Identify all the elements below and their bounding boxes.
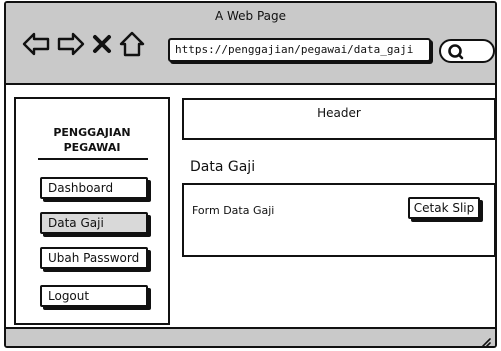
nav-icons bbox=[22, 29, 145, 59]
app-brand: PENGGAJIAN PEGAWAI bbox=[16, 125, 168, 155]
sidebar-item-data-gaji[interactable]: Data Gaji bbox=[40, 212, 148, 234]
sidebar-item-dashboard[interactable]: Dashboard bbox=[40, 177, 148, 199]
brand-divider bbox=[38, 158, 148, 160]
status-bar bbox=[6, 327, 495, 346]
form-label: Form Data Gaji bbox=[192, 204, 275, 217]
browser-toolbar: A Web Page https://penggajian/pegawai/da… bbox=[6, 3, 495, 85]
brand-line-2: PEGAWAI bbox=[63, 141, 121, 154]
url-bar[interactable]: https://penggajian/pegawai/data_gaji bbox=[168, 38, 431, 62]
search-box[interactable] bbox=[439, 39, 495, 63]
section-title: Data Gaji bbox=[190, 159, 256, 175]
resize-grip-icon[interactable] bbox=[479, 333, 491, 346]
back-arrow-icon[interactable] bbox=[22, 31, 50, 57]
form-panel: Form Data Gaji Cetak Slip bbox=[182, 183, 495, 257]
sidebar-item-logout[interactable]: Logout bbox=[40, 285, 148, 307]
close-icon[interactable] bbox=[92, 33, 112, 55]
print-slip-button[interactable]: Cetak Slip bbox=[408, 197, 480, 219]
page-header: Header bbox=[182, 98, 495, 140]
window-title: A Web Page bbox=[214, 9, 287, 23]
sidebar: PENGGAJIAN PEGAWAI Dashboard Data Gaji U… bbox=[14, 97, 170, 325]
home-icon[interactable] bbox=[119, 31, 145, 57]
page-content: PENGGAJIAN PEGAWAI Dashboard Data Gaji U… bbox=[6, 85, 495, 325]
browser-window: A Web Page https://penggajian/pegawai/da… bbox=[4, 1, 497, 348]
sidebar-item-ubah-password[interactable]: Ubah Password bbox=[40, 247, 148, 269]
brand-line-1: PENGGAJIAN bbox=[53, 126, 131, 139]
forward-arrow-icon[interactable] bbox=[57, 31, 85, 57]
